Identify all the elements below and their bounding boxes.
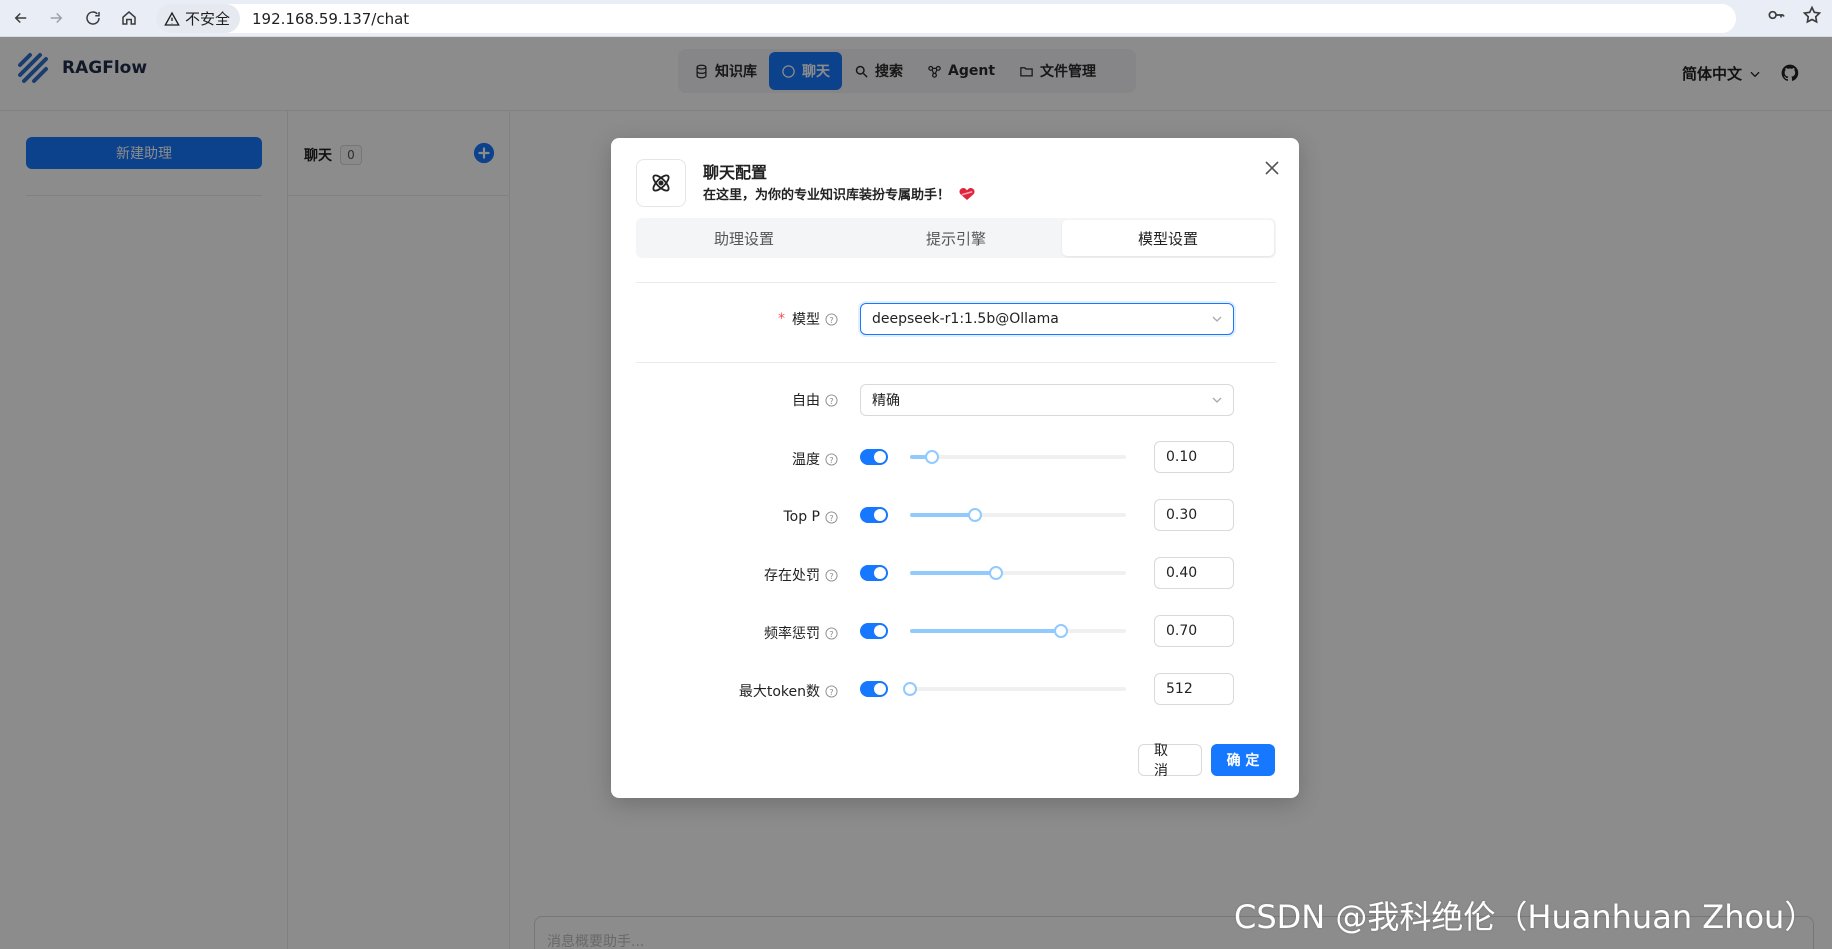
tab-prompt-engine[interactable]: 提示引擎 <box>850 220 1062 256</box>
top-p-row: Top P ? 0.30 <box>636 499 1276 533</box>
help-icon[interactable]: ? <box>825 312 838 326</box>
heart-icon <box>959 187 975 200</box>
slider-handle[interactable] <box>1054 624 1069 638</box>
max-tokens-slider[interactable] <box>903 679 1126 699</box>
svg-text:?: ? <box>829 512 833 522</box>
svg-text:?: ? <box>829 570 833 580</box>
atom-icon <box>652 174 670 192</box>
security-label: 不安全 <box>185 10 231 28</box>
temperature-slider[interactable] <box>910 447 1126 467</box>
browser-toolbar: 不安全 192.168.59.137/chat <box>0 0 1832 37</box>
help-icon[interactable]: ? <box>825 452 838 466</box>
freedom-select[interactable]: 精确 <box>860 384 1234 416</box>
help-icon[interactable]: ? <box>825 568 838 582</box>
help-icon[interactable]: ? <box>825 393 838 407</box>
bookmark-star-icon[interactable] <box>1802 5 1822 25</box>
svg-text:?: ? <box>829 686 833 696</box>
temperature-row: 温度 ? 0.10 <box>636 441 1276 475</box>
top-p-input[interactable]: 0.30 <box>1154 499 1234 531</box>
help-icon[interactable]: ? <box>825 510 838 524</box>
confirm-button[interactable]: 确 定 <box>1211 744 1275 776</box>
presence-penalty-slider[interactable] <box>910 563 1126 583</box>
slider-track <box>910 571 997 575</box>
temperature-label: 温度 ? <box>792 443 838 475</box>
slider-handle[interactable] <box>924 450 939 464</box>
warning-icon <box>164 11 180 26</box>
presence-penalty-label: 存在处罚 ? <box>764 559 838 591</box>
help-icon[interactable]: ? <box>825 684 838 698</box>
freedom-label: 自由 ? <box>792 384 838 416</box>
frequency-penalty-toggle[interactable] <box>860 623 888 639</box>
reload-icon[interactable] <box>80 5 106 31</box>
model-divider <box>636 362 1276 363</box>
slider-handle[interactable] <box>967 508 982 522</box>
max-tokens-label: 最大token数 ? <box>739 675 838 707</box>
freedom-row: 自由 ? 精确 <box>636 384 1276 416</box>
tabs-divider <box>636 282 1276 283</box>
svg-text:?: ? <box>829 628 833 638</box>
frequency-penalty-input[interactable]: 0.70 <box>1154 615 1234 647</box>
close-icon <box>1265 161 1279 175</box>
address-bar[interactable]: 不安全 192.168.59.137/chat <box>156 4 1736 33</box>
tab-assistant-settings[interactable]: 助理设置 <box>638 220 850 256</box>
home-icon[interactable] <box>116 5 142 31</box>
security-chip[interactable]: 不安全 <box>156 4 241 33</box>
forward-icon[interactable] <box>43 5 69 31</box>
modal-icon <box>636 159 686 207</box>
watermark: CSDN @我科绝伦（Huanhuan Zhou） <box>1234 898 1817 936</box>
top-p-label: Top P ? <box>783 501 838 533</box>
close-button[interactable] <box>1260 156 1284 180</box>
max-tokens-toggle[interactable] <box>860 681 888 697</box>
svg-text:?: ? <box>829 454 833 464</box>
temperature-input[interactable]: 0.10 <box>1154 441 1234 473</box>
config-tabs: 助理设置 提示引擎 模型设置 <box>636 218 1276 258</box>
slider-track <box>910 629 1062 633</box>
chevron-down-icon <box>1212 397 1222 403</box>
password-key-icon[interactable] <box>1766 5 1786 25</box>
presence-penalty-toggle[interactable] <box>860 565 888 581</box>
temperature-toggle[interactable] <box>860 449 888 465</box>
top-p-slider[interactable] <box>910 505 1126 525</box>
cancel-button[interactable]: 取 消 <box>1138 743 1202 779</box>
chevron-down-icon <box>1212 316 1222 322</box>
max-tokens-row: 最大token数 ? 512 <box>636 673 1276 707</box>
model-select[interactable]: deepseek-r1:1.5b@Ollama <box>860 303 1234 335</box>
tab-model-settings[interactable]: 模型设置 <box>1062 220 1274 256</box>
chat-config-modal: 聊天配置 在这里，为你的专业知识库装扮专属助手！ 助理设置 提示引擎 模型设置 … <box>611 138 1299 798</box>
svg-text:?: ? <box>829 395 833 405</box>
max-tokens-input[interactable]: 512 <box>1154 673 1234 705</box>
help-icon[interactable]: ? <box>825 626 838 640</box>
slider-handle[interactable] <box>989 566 1004 580</box>
model-label: * 模型 ? <box>778 303 838 335</box>
frequency-penalty-slider[interactable] <box>910 621 1126 641</box>
frequency-penalty-row: 频率惩罚 ? 0.70 <box>636 615 1276 649</box>
top-p-toggle[interactable] <box>860 507 888 523</box>
frequency-penalty-label: 频率惩罚 ? <box>764 617 838 649</box>
modal-title: 聊天配置 <box>703 163 768 182</box>
back-icon[interactable] <box>8 5 34 31</box>
svg-text:?: ? <box>829 314 833 324</box>
presence-penalty-row: 存在处罚 ? 0.40 <box>636 557 1276 591</box>
presence-penalty-input[interactable]: 0.40 <box>1154 557 1234 589</box>
modal-subtitle: 在这里，为你的专业知识库装扮专属助手！ <box>703 184 976 203</box>
slider-handle[interactable] <box>903 682 917 696</box>
slider-track <box>910 513 975 517</box>
url-text[interactable]: 192.168.59.137/chat <box>252 10 409 28</box>
model-row: * 模型 ? deepseek-r1:1.5b@Ollama <box>636 303 1276 335</box>
